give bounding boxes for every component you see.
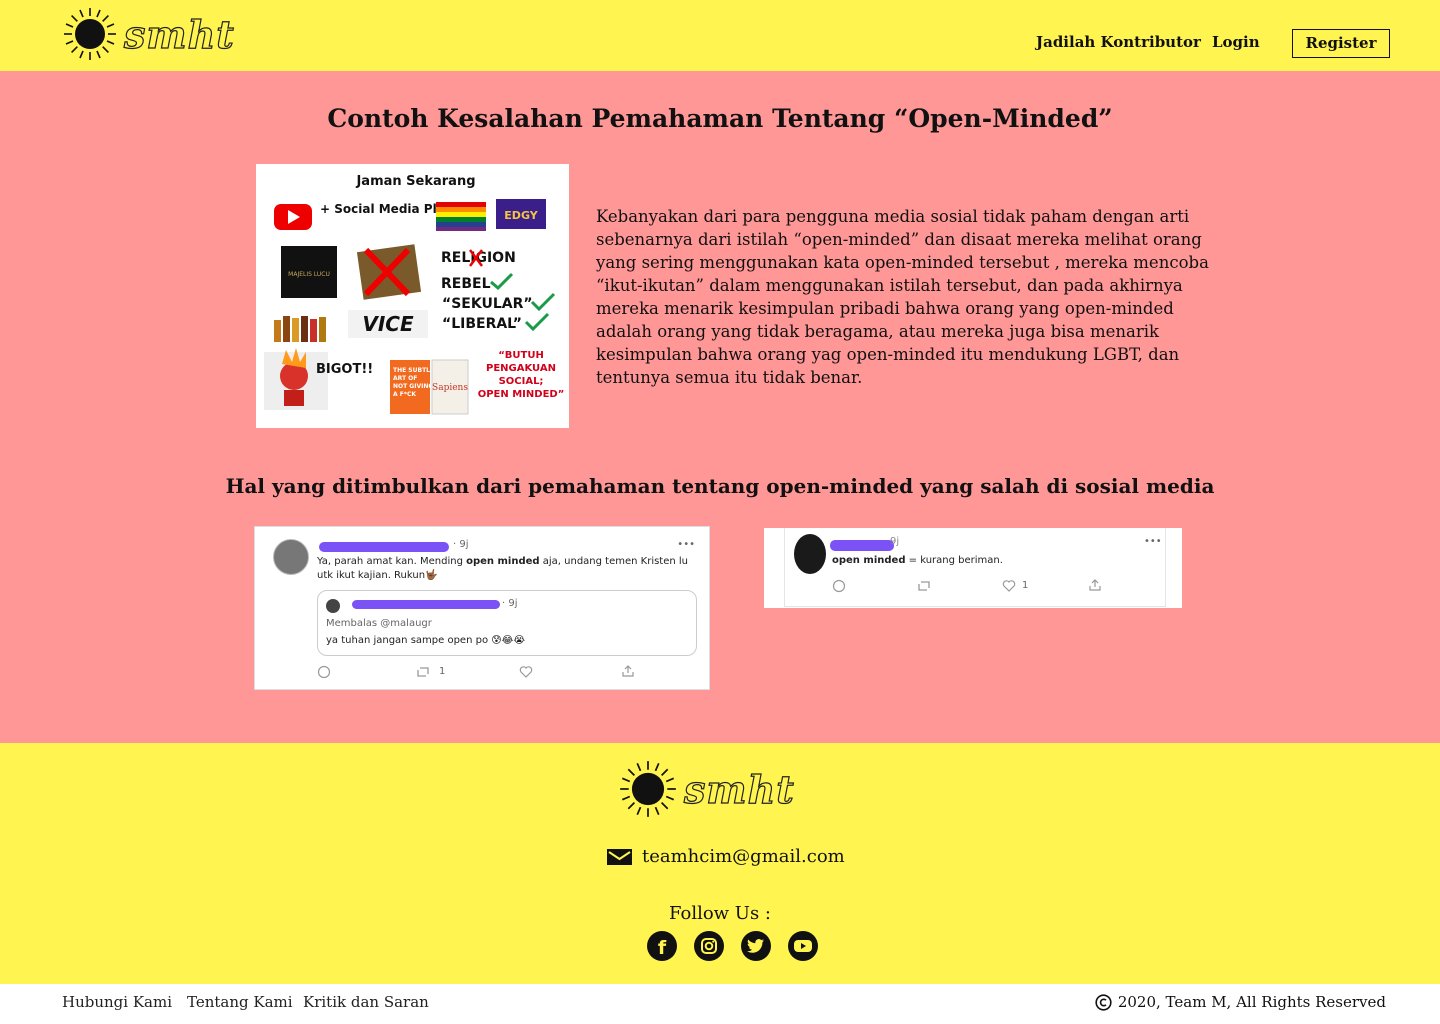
footer-link-hubungi-kami[interactable]: Hubungi Kami: [62, 993, 172, 1011]
register-button[interactable]: Register: [1292, 29, 1390, 58]
footer-link-kritik-saran[interactable]: Kritik dan Saran: [303, 993, 429, 1011]
svg-text:BIGOT!!: BIGOT!!: [316, 362, 373, 377]
svg-text:“LIBERAL”: “LIBERAL”: [442, 316, 522, 332]
sun-icon: [620, 761, 676, 817]
share-icon[interactable]: [1088, 578, 1102, 592]
avatar: [273, 539, 309, 575]
footer: smht teamhcim@gmail.com Follow Us : f: [0, 743, 1440, 984]
tweet-screenshot-2: 9j ••• open minded = kurang beriman. 1: [764, 528, 1182, 608]
crossed-book-icon: [356, 244, 422, 300]
meme-heading: Jaman Sekarang: [355, 174, 475, 189]
rainbow-flag-icon: [436, 202, 486, 231]
butuh-pengakuan-text: “BUTUH PENGAKUAN SOCIAL; OPEN MINDED”: [478, 350, 565, 400]
page-title: Contoh Kesalahan Pemahaman Tentang “Open…: [327, 104, 1113, 133]
copyright-icon: [1095, 993, 1112, 1011]
copyright: 2020, Team M, All Rights Reserved: [1095, 993, 1386, 1011]
svg-text:A F*CK: A F*CK: [393, 391, 416, 398]
nav-login-link[interactable]: Login: [1212, 29, 1260, 56]
edgy-badge: EDGY: [496, 199, 546, 229]
tweet-more-icon[interactable]: •••: [1144, 536, 1162, 547]
tweet-time: · 9j: [453, 539, 469, 550]
vice-logo: VICE: [348, 310, 428, 338]
svg-text:NOT GIVING: NOT GIVING: [393, 383, 433, 390]
retweet-count: 1: [439, 666, 446, 677]
youtube-icon[interactable]: [788, 931, 818, 961]
svg-text:REBEL: REBEL: [441, 276, 491, 292]
like-count: 1: [1022, 580, 1029, 591]
site-logo[interactable]: smht: [62, 6, 235, 62]
tweet-screenshot-1: · 9j ••• Ya, parah amat kan. Mending ope…: [254, 526, 710, 690]
section-subtitle: Hal yang ditimbulkan dari pemahaman tent…: [225, 474, 1215, 498]
quoted-time: · 9j: [502, 598, 518, 609]
tweet-text: Ya, parah amat kan. Mending open minded …: [317, 556, 689, 581]
footer-logo-text: smht: [683, 766, 795, 812]
tweet-text: open minded = kurang beriman.: [832, 555, 1003, 566]
sapiens-book-icon: Sapiens: [431, 359, 469, 415]
svg-text:MAJELIS LUCU: MAJELIS LUCU: [288, 271, 330, 278]
nav-contributor-link[interactable]: Jadilah Kontributor: [1036, 29, 1201, 56]
main-paragraph: Kebanyakan dari para pengguna media sosi…: [596, 207, 1209, 387]
svg-text:THE SUBTLE: THE SUBTLE: [393, 367, 434, 374]
like-icon[interactable]: [1002, 579, 1016, 593]
tweet-time: 9j: [890, 536, 900, 547]
bottles-icon: [274, 316, 326, 342]
svg-text:ART OF: ART OF: [393, 375, 417, 382]
main-content: [0, 71, 1440, 743]
twitter-icon[interactable]: [741, 931, 771, 961]
email-contact[interactable]: teamhcim@gmail.com: [606, 846, 845, 867]
redacted-quoted-username-bar: [352, 600, 500, 609]
rebel-check-icon: [490, 272, 514, 291]
social-links: f: [647, 931, 818, 961]
share-icon[interactable]: [621, 664, 635, 678]
follow-us-label: Follow Us :: [668, 903, 771, 924]
footer-link-tentang-kami[interactable]: Tentang Kami: [187, 993, 293, 1011]
logo-text: smht: [123, 11, 235, 57]
svg-text:Sapiens: Sapiens: [432, 383, 468, 393]
quoted-reply-to: Membalas @malaugr: [326, 618, 432, 629]
svg-text:EDGY: EDGY: [504, 209, 538, 222]
meme-image: Jaman Sekarang + Social Media Platform E…: [256, 164, 569, 428]
copyright-text: 2020, Team M, All Rights Reserved: [1117, 993, 1386, 1011]
instagram-icon[interactable]: [694, 931, 724, 961]
svg-text:VICE: VICE: [362, 312, 414, 336]
majelis-lucu-logo: MAJELIS LUCU: [281, 246, 337, 298]
retweet-icon[interactable]: [916, 579, 932, 593]
header: smht Jadilah Kontributor Login Register: [0, 0, 1440, 71]
retweet-icon[interactable]: [415, 665, 431, 679]
sun-icon: [64, 8, 116, 60]
liberal-check-icon: [524, 312, 550, 332]
quoted-text: ya tuhan jangan sampe open po 😰😂😭: [326, 635, 526, 646]
redacted-username-bar: [830, 540, 894, 551]
svg-text:SOCIAL;: SOCIAL;: [499, 376, 544, 387]
bottom-bar: Hubungi Kami Tentang Kami Kritik dan Sar…: [0, 984, 1440, 1024]
facebook-icon[interactable]: f: [647, 931, 677, 961]
svg-text:OPEN MINDED”: OPEN MINDED”: [478, 389, 565, 400]
svg-text:“BUTUH: “BUTUH: [498, 350, 544, 361]
email-address: teamhcim@gmail.com: [642, 846, 845, 867]
tweet-more-icon[interactable]: •••: [677, 539, 695, 550]
like-icon[interactable]: [519, 665, 533, 679]
avatar: [794, 534, 826, 574]
redacted-username-bar: [319, 542, 449, 552]
svg-text:PENGAKUAN: PENGAKUAN: [486, 363, 556, 374]
reply-icon[interactable]: [832, 579, 846, 593]
anger-character-icon: [264, 348, 328, 410]
quoted-avatar: [326, 599, 340, 613]
quoted-tweet[interactable]: · 9j Membalas @malaugr ya tuhan jangan s…: [317, 590, 697, 656]
svg-text:“SEKULAR”: “SEKULAR”: [442, 296, 533, 312]
svg-text:RELIGION: RELIGION: [441, 250, 516, 266]
reply-icon[interactable]: [317, 665, 331, 679]
sekular-check-icon: [530, 292, 556, 312]
youtube-logo-icon: [274, 204, 312, 230]
mail-icon: [607, 848, 632, 865]
footer-logo[interactable]: smht: [618, 759, 795, 819]
subtle-art-book-icon: THE SUBTLE ART OF NOT GIVING A F*CK: [390, 360, 434, 414]
